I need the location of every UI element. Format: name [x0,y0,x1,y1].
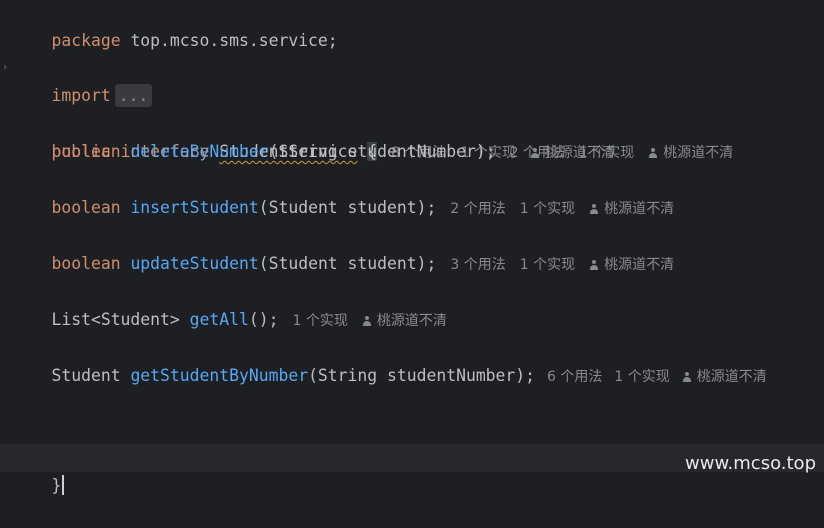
usages-hint[interactable]: 3 个用法 [450,257,505,273]
method-name[interactable]: getAll [190,310,249,329]
author-hint[interactable]: 桃源道不清 [648,145,733,161]
method-name[interactable]: getStudentByNumber [130,366,308,385]
implementations-hint[interactable]: 1 个实现 [520,201,575,217]
user-icon [682,372,692,382]
return-type: List<Student> [51,310,180,329]
text-caret [62,475,65,495]
method-params: (String studentNumber); [268,142,496,161]
code-line-interface[interactable]: public interface StudentService {8 个用法 1 … [12,110,629,161]
implementations-hint[interactable]: 1 个实现 [292,313,347,329]
author-name: 桃源道不清 [376,313,447,329]
code-line-method[interactable]: List<Student> getAll(); 1 个实现 桃源道不清 [12,306,461,334]
user-icon [648,148,658,158]
author-name: 桃源道不清 [663,145,734,161]
method-name[interactable]: insertStudent [130,198,258,217]
code-line-import[interactable]: import... [12,54,153,107]
code-line-method[interactable]: boolean updateStudent(Student student); 3… [12,250,688,278]
method-inlay-hints: 6 个用法 1 个实现 桃源道不清 [547,369,767,385]
usages-hint[interactable]: 2 个用法 [450,201,505,217]
method-params: (); [248,310,279,329]
user-icon [589,260,599,270]
return-type: boolean [51,254,121,273]
fold-gutter: › [0,0,10,486]
method-params: (String studentNumber); [308,366,536,385]
return-type: boolean [51,198,121,217]
method-params: (Student student); [258,198,437,217]
method-params: (Student student); [258,254,437,273]
implementations-hint[interactable]: 1 个实现 [579,145,634,161]
watermark: www.mcso.top [685,453,816,474]
author-hint[interactable]: 桃源道不清 [589,257,674,273]
return-type: Student [51,366,121,385]
package-keyword: package [51,31,121,50]
code-line-method[interactable]: boolean deleteByNumber(String studentNum… [12,138,747,166]
author-name: 桃源道不清 [696,369,767,385]
implementations-hint[interactable]: 1 个实现 [614,369,669,385]
user-icon [362,316,372,326]
method-name[interactable]: deleteByNumber [130,142,268,161]
import-fold-placeholder[interactable]: ... [114,84,153,107]
author-hint[interactable]: 桃源道不清 [682,369,767,385]
method-name[interactable]: updateStudent [130,254,258,273]
method-inlay-hints: 3 个用法 1 个实现 桃源道不清 [450,257,688,273]
code-line-method[interactable]: Student getStudentByNumber(String studen… [12,362,767,390]
implementations-hint[interactable]: 1 个实现 [520,257,575,273]
user-icon [589,204,599,214]
fold-expand-icon[interactable]: › [2,63,8,73]
code-line-method[interactable]: boolean insertStudent(Student student); 2… [12,194,688,222]
method-inlay-hints: 2 个用法 1 个实现 桃源道不清 [510,145,748,161]
import-keyword: import [51,86,111,105]
method-inlay-hints: 2 个用法 1 个实现 桃源道不清 [450,201,688,217]
code-line-package[interactable]: package top.mcso.sms.service; [12,0,337,50]
author-name: 桃源道不清 [604,257,675,273]
method-inlay-hints: 1 个实现 桃源道不清 [292,313,460,329]
return-type: boolean [51,142,121,161]
author-hint[interactable]: 桃源道不清 [362,313,447,329]
package-name: top.mcso.sms.service; [130,31,338,50]
usages-hint[interactable]: 6 个用法 [547,369,602,385]
author-name: 桃源道不清 [604,201,675,217]
usages-hint[interactable]: 2 个用法 [510,145,565,161]
code-editor[interactable]: › package top.mcso.sms.service; import..… [0,0,824,495]
author-hint[interactable]: 桃源道不清 [589,201,674,217]
